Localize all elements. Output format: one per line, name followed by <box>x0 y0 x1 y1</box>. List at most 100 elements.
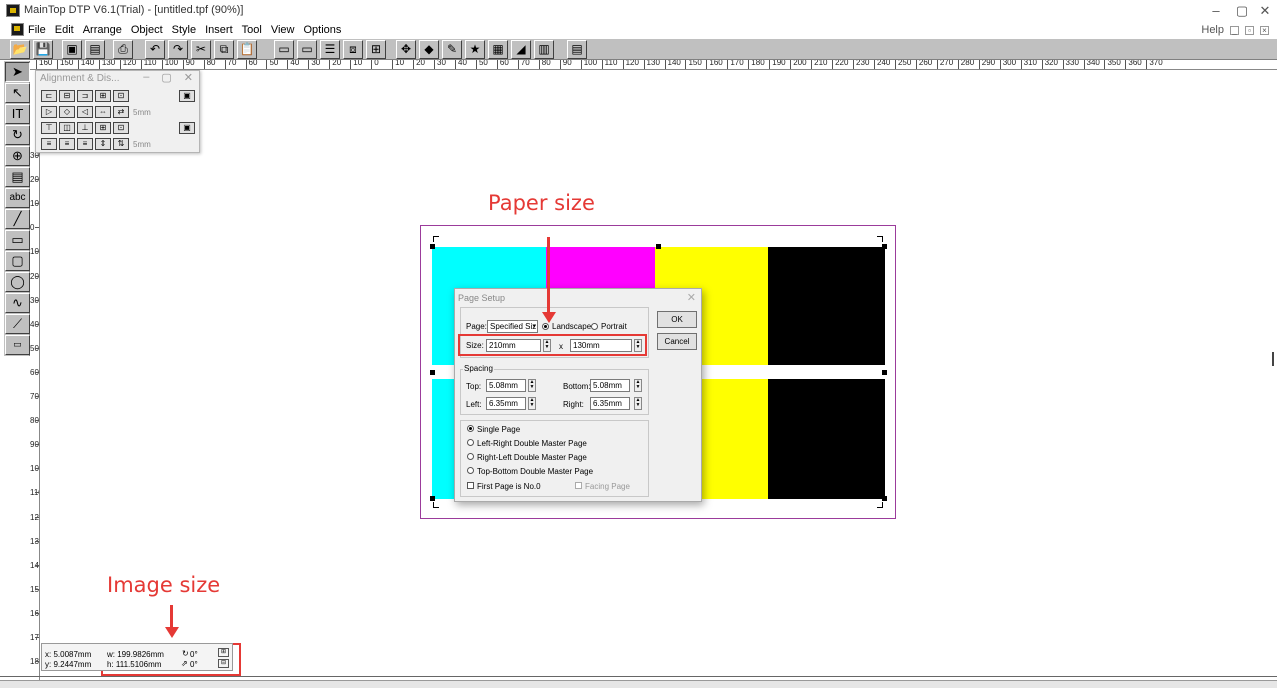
zoom-tool-icon[interactable]: ⊕ <box>5 146 30 166</box>
polyline-tool-icon[interactable]: ⟋ <box>5 314 30 334</box>
rectangle-tool-icon[interactable]: ▭ <box>5 230 30 250</box>
dist-fixed-v-icon[interactable]: ⇅ <box>113 138 129 150</box>
align-page-v-icon[interactable]: ⊡ <box>113 122 129 134</box>
table-tool-icon[interactable]: ▭ <box>5 335 30 355</box>
text-frame-icon[interactable]: ▭ <box>274 40 294 59</box>
top-margin-input[interactable]: 5.08mm <box>486 379 526 392</box>
lr-double-master-radio[interactable] <box>467 439 474 446</box>
selection-handle[interactable] <box>430 370 435 375</box>
bottom-margin-input[interactable]: 5.08mm <box>590 379 630 392</box>
doc-close-icon[interactable]: × <box>1260 26 1269 35</box>
menu-edit[interactable]: Edit <box>54 24 75 36</box>
menu-file[interactable]: File <box>27 24 47 36</box>
color-fill-icon[interactable]: ◆ <box>419 40 439 59</box>
menu-help[interactable]: Help <box>1201 24 1224 36</box>
dist-bottom-icon[interactable]: ≡ <box>77 138 93 150</box>
paste-icon[interactable]: 📋 <box>237 40 257 59</box>
open-icon[interactable]: 📂 <box>10 40 30 59</box>
align-lock-v-icon[interactable]: ▣ <box>179 122 195 134</box>
image-effect-icon[interactable]: ▦ <box>488 40 508 59</box>
selection-handle[interactable] <box>882 496 887 501</box>
document-icon[interactable] <box>11 23 24 36</box>
menu-object[interactable]: Object <box>130 24 164 36</box>
dist-fixed-h-icon[interactable]: ⇄ <box>113 106 129 118</box>
doc-minimize-icon[interactable]: _ <box>1230 26 1239 35</box>
panel-minimize-icon[interactable]: – <box>143 71 149 84</box>
dist-right-icon[interactable]: ◁ <box>77 106 93 118</box>
align-lock-h-icon[interactable]: ▣ <box>179 90 195 102</box>
selection-handle[interactable] <box>882 244 887 249</box>
page-size-select[interactable]: Specified Siz ▾ <box>487 320 538 333</box>
tb-double-master-radio[interactable] <box>467 467 474 474</box>
align-page-h-icon[interactable]: ⊡ <box>113 90 129 102</box>
export-icon[interactable]: ▤ <box>85 40 105 59</box>
color-palette-icon[interactable]: ✎ <box>442 40 462 59</box>
first-page-checkbox[interactable] <box>467 482 474 489</box>
cut-icon[interactable]: ✂ <box>191 40 211 59</box>
ok-button[interactable]: OK <box>657 311 697 328</box>
node-select-icon[interactable]: ↖ <box>5 83 30 103</box>
undo-icon[interactable]: ↶ <box>145 40 165 59</box>
left-spinner[interactable]: ▲ ▼ <box>528 397 536 410</box>
menu-insert[interactable]: Insert <box>204 24 234 36</box>
rounded-rect-tool-icon[interactable]: ▢ <box>5 251 30 271</box>
selection-handle[interactable] <box>430 244 435 249</box>
page-preview-icon[interactable]: ▤ <box>567 40 587 59</box>
panel-restore-icon[interactable]: ▢ <box>161 71 171 84</box>
text-tool-icon[interactable]: IT <box>5 104 30 124</box>
apply-size-icon[interactable]: ⊟ <box>218 659 229 668</box>
rotate-tool-icon[interactable]: ↻ <box>5 125 30 145</box>
doc-restore-icon[interactable]: ▫ <box>1245 26 1254 35</box>
curve-tool-icon[interactable]: ∿ <box>5 293 30 313</box>
facing-page-checkbox[interactable] <box>575 482 582 489</box>
dist-left-icon[interactable]: ▷ <box>41 106 57 118</box>
black-block-top[interactable] <box>768 247 885 365</box>
dist-center-icon[interactable]: ◇ <box>59 106 75 118</box>
link-frame-icon[interactable]: ▭ <box>297 40 317 59</box>
abc-text-icon[interactable]: abc <box>5 188 30 208</box>
align-center-h-icon[interactable]: ⊟ <box>59 90 75 102</box>
close-button[interactable]: ✕ <box>1250 2 1277 19</box>
single-page-radio[interactable] <box>467 425 474 432</box>
menu-style[interactable]: Style <box>171 24 197 36</box>
align-bottom-icon[interactable]: ⊥ <box>77 122 93 134</box>
black-block-bottom[interactable] <box>768 379 885 499</box>
copy-icon[interactable]: ⧉ <box>214 40 234 59</box>
print-icon[interactable]: ⎙ <box>113 40 133 59</box>
move-icon[interactable]: ✥ <box>396 40 416 59</box>
menu-tool[interactable]: Tool <box>241 24 263 36</box>
right-margin-input[interactable]: 6.35mm <box>590 397 630 410</box>
ungroup-icon[interactable]: ⊞ <box>366 40 386 59</box>
portrait-radio[interactable] <box>591 323 598 330</box>
menu-view[interactable]: View <box>270 24 296 36</box>
redo-icon[interactable]: ↷ <box>168 40 188 59</box>
align-height-icon[interactable]: ⊞ <box>95 122 111 134</box>
ellipse-tool-icon[interactable]: ◯ <box>5 272 30 292</box>
dist-space-h-icon[interactable]: ⇔ <box>95 106 111 118</box>
align-right-icon[interactable]: ⊐ <box>77 90 93 102</box>
scrollbar-thumb[interactable] <box>1272 352 1274 366</box>
right-spinner[interactable]: ▲ ▼ <box>634 397 642 410</box>
dist-top-icon[interactable]: ≡ <box>41 138 57 150</box>
selection-handle[interactable] <box>430 496 435 501</box>
star-icon[interactable]: ★ <box>465 40 485 59</box>
dialog-close-icon[interactable]: ✕ <box>687 291 696 304</box>
landscape-radio[interactable] <box>542 323 549 330</box>
chart-icon[interactable]: ◢ <box>511 40 531 59</box>
bottom-spinner[interactable]: ▲ ▼ <box>634 379 642 392</box>
menu-options[interactable]: Options <box>302 24 342 36</box>
frame-tool-icon[interactable]: ▤ <box>5 167 30 187</box>
menu-arrange[interactable]: Arrange <box>82 24 123 36</box>
barcode-icon[interactable]: ▥ <box>534 40 554 59</box>
panel-close-icon[interactable]: ✕ <box>184 71 193 84</box>
align-icon[interactable]: ☰ <box>320 40 340 59</box>
dist-middle-icon[interactable]: ≡ <box>59 138 75 150</box>
save-icon[interactable]: 💾 <box>33 40 53 59</box>
dist-space-v-icon[interactable]: ⇕ <box>95 138 111 150</box>
align-top-icon[interactable]: ⊤ <box>41 122 57 134</box>
align-center-v-icon[interactable]: ◫ <box>59 122 75 134</box>
rl-double-master-radio[interactable] <box>467 453 474 460</box>
align-width-icon[interactable]: ⊞ <box>95 90 111 102</box>
import-image-icon[interactable]: ▣ <box>62 40 82 59</box>
line-tool-icon[interactable]: ╱ <box>5 209 30 229</box>
